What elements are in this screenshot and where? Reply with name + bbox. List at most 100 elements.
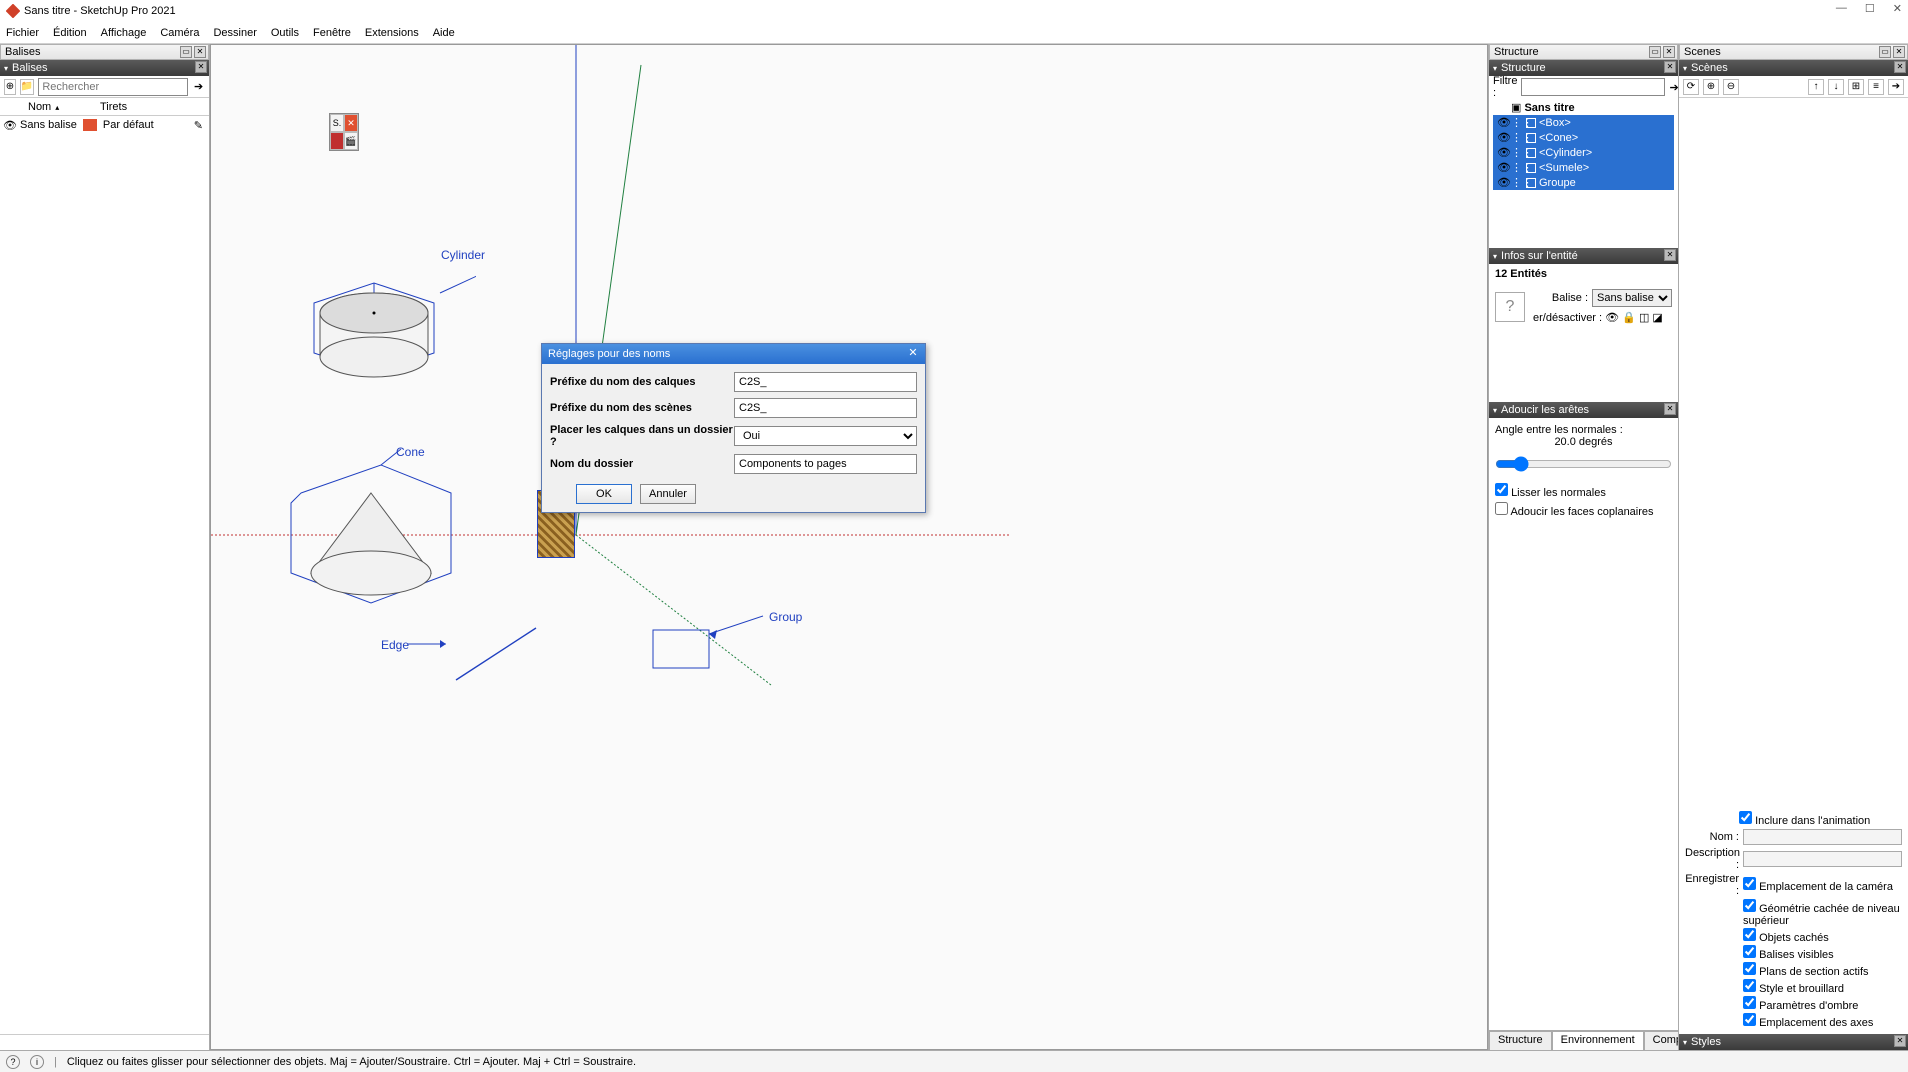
remove-scene-icon[interactable]: ⊖	[1723, 79, 1739, 95]
tags-panel-title[interactable]: Balises ▭ ✕	[0, 44, 209, 60]
shadow-icon[interactable]: ◫	[1639, 311, 1649, 324]
close-icon[interactable]: ✕	[1894, 1035, 1906, 1047]
close-icon[interactable]: ✕	[1664, 249, 1676, 261]
scenes-tray-header[interactable]: Scènes ✕	[1679, 60, 1908, 76]
outliner-item[interactable]: 👁⋮⋮<Cone>	[1493, 130, 1674, 145]
palette-icon[interactable]	[330, 132, 344, 150]
folder-question-select[interactable]: Oui	[734, 426, 917, 446]
scene-view-icon[interactable]: ⊞	[1848, 79, 1864, 95]
balise-select[interactable]: Sans balise	[1592, 289, 1672, 307]
visibility-icon[interactable]: 👁	[1497, 161, 1511, 174]
soften-coplanar-checkbox[interactable]	[1495, 502, 1508, 515]
tags-tray-header[interactable]: Balises ✕	[0, 60, 209, 76]
help-icon[interactable]: ?	[6, 1055, 20, 1069]
close-icon[interactable]: ✕	[1893, 46, 1905, 58]
outliner-root[interactable]: ▣ Sans titre	[1493, 100, 1674, 115]
scene-list-icon[interactable]: ≡	[1868, 79, 1884, 95]
minimize-button[interactable]: —	[1836, 2, 1847, 15]
tags-search-input[interactable]	[38, 78, 188, 96]
close-icon[interactable]: ✕	[194, 46, 206, 58]
menu-extensions[interactable]: Extensions	[365, 27, 419, 39]
save-hidden-obj-checkbox[interactable]	[1743, 928, 1756, 941]
structure-panel-title[interactable]: Structure ▭✕	[1489, 44, 1678, 60]
layer-prefix-input[interactable]	[734, 372, 917, 392]
outliner-item[interactable]: 👁⋮⋮<Sumele>	[1493, 160, 1674, 175]
scene-prefix-input[interactable]	[734, 398, 917, 418]
close-icon[interactable]: ✕	[1894, 61, 1906, 73]
save-shadow-checkbox[interactable]	[1743, 996, 1756, 1009]
scene-up-icon[interactable]: ↑	[1808, 79, 1824, 95]
add-scene-icon[interactable]: ⊕	[1703, 79, 1719, 95]
dialog-close-icon[interactable]: ✕	[905, 346, 921, 362]
tag-color-swatch[interactable]	[83, 119, 97, 131]
menu-camera[interactable]: Caméra	[160, 27, 199, 39]
maximize-button[interactable]: ☐	[1865, 2, 1875, 15]
close-icon[interactable]: ✕	[1664, 61, 1676, 73]
menu-outils[interactable]: Outils	[271, 27, 299, 39]
save-axes-checkbox[interactable]	[1743, 1013, 1756, 1026]
pin-icon[interactable]: ▭	[180, 46, 192, 58]
scene-down-icon[interactable]: ↓	[1828, 79, 1844, 95]
menu-fichier[interactable]: Fichier	[6, 27, 39, 39]
viewport[interactable]: S.✕ 🎬 Cylinder Cone Edge	[210, 44, 1488, 1050]
visibility-icon[interactable]: 👁	[1497, 116, 1511, 129]
tags-col-dash[interactable]: Tirets	[100, 101, 127, 113]
pin-icon[interactable]: ▭	[1649, 46, 1661, 58]
visibility-icon[interactable]: 👁	[1605, 311, 1619, 324]
include-animation-checkbox[interactable]	[1739, 811, 1752, 824]
edit-icon[interactable]: ✎	[194, 119, 203, 132]
info-icon[interactable]: i	[30, 1055, 44, 1069]
close-icon[interactable]: ✕	[1663, 46, 1675, 58]
soften-tray-header[interactable]: Adoucir les arêtes ✕	[1489, 402, 1678, 418]
tab-environnement[interactable]: Environnement	[1552, 1031, 1644, 1050]
menu-fenetre[interactable]: Fenêtre	[313, 27, 351, 39]
palette-icon[interactable]: S.	[330, 114, 344, 132]
palette-icon[interactable]: 🎬	[344, 132, 358, 150]
close-button[interactable]: ✕	[1893, 2, 1902, 15]
angle-slider[interactable]	[1495, 456, 1672, 472]
save-hidden-geo-checkbox[interactable]	[1743, 899, 1756, 912]
tag-row[interactable]: 👁 Sans balise Par défaut ✎	[0, 116, 209, 134]
outliner-item[interactable]: 👁⋮⋮Groupe	[1493, 175, 1674, 190]
outliner-item[interactable]: 👁⋮⋮<Cylinder>	[1493, 145, 1674, 160]
save-camera-checkbox[interactable]	[1743, 877, 1756, 890]
menu-edition[interactable]: Édition	[53, 27, 87, 39]
folder-name-input[interactable]	[734, 454, 917, 474]
save-style-checkbox[interactable]	[1743, 979, 1756, 992]
add-tag-icon[interactable]: ⊕	[4, 79, 16, 95]
visibility-icon[interactable]: 👁	[1497, 176, 1511, 189]
save-tags-checkbox[interactable]	[1743, 945, 1756, 958]
add-folder-icon[interactable]: 📁	[20, 79, 34, 95]
tags-menu-icon[interactable]: ➔	[192, 80, 205, 93]
ok-button[interactable]: OK	[576, 484, 632, 504]
entity-tray-header[interactable]: Infos sur l'entité ✕	[1489, 248, 1678, 264]
visibility-icon[interactable]: 👁	[0, 119, 20, 132]
visibility-icon[interactable]: 👁	[1497, 146, 1511, 159]
extension-palette[interactable]: S.✕ 🎬	[329, 113, 359, 151]
scenes-panel-title[interactable]: Scenes ▭✕	[1679, 44, 1908, 60]
lock-icon[interactable]: 🔒	[1622, 311, 1636, 324]
update-scene-icon[interactable]: ⟳	[1683, 79, 1699, 95]
close-icon[interactable]: ✕	[1664, 403, 1676, 415]
outliner-item[interactable]: 👁⋮⋮<Box>	[1493, 115, 1674, 130]
pin-icon[interactable]: ▭	[1879, 46, 1891, 58]
shadow-icon[interactable]: ◪	[1652, 311, 1662, 324]
scene-menu-icon[interactable]: ➔	[1888, 79, 1904, 95]
menu-dessiner[interactable]: Dessiner	[213, 27, 256, 39]
scene-desc-input[interactable]	[1743, 851, 1902, 867]
visibility-icon[interactable]: 👁	[1497, 131, 1511, 144]
menu-affichage[interactable]: Affichage	[101, 27, 147, 39]
close-icon[interactable]: ✕	[195, 61, 207, 73]
styles-tray-header[interactable]: Styles ✕	[1679, 1034, 1908, 1050]
dialog-titlebar[interactable]: Réglages pour des noms ✕	[542, 344, 925, 364]
tab-structure[interactable]: Structure	[1489, 1031, 1552, 1050]
structure-tray-header[interactable]: Structure ✕	[1489, 60, 1678, 76]
tags-col-name[interactable]: Nom	[28, 101, 51, 113]
structure-filter-input[interactable]	[1521, 78, 1665, 96]
save-section-checkbox[interactable]	[1743, 962, 1756, 975]
scene-name-input[interactable]	[1743, 829, 1902, 845]
palette-close-icon[interactable]: ✕	[344, 114, 358, 132]
smooth-normals-checkbox[interactable]	[1495, 483, 1508, 496]
cancel-button[interactable]: Annuler	[640, 484, 696, 504]
menu-aide[interactable]: Aide	[433, 27, 455, 39]
